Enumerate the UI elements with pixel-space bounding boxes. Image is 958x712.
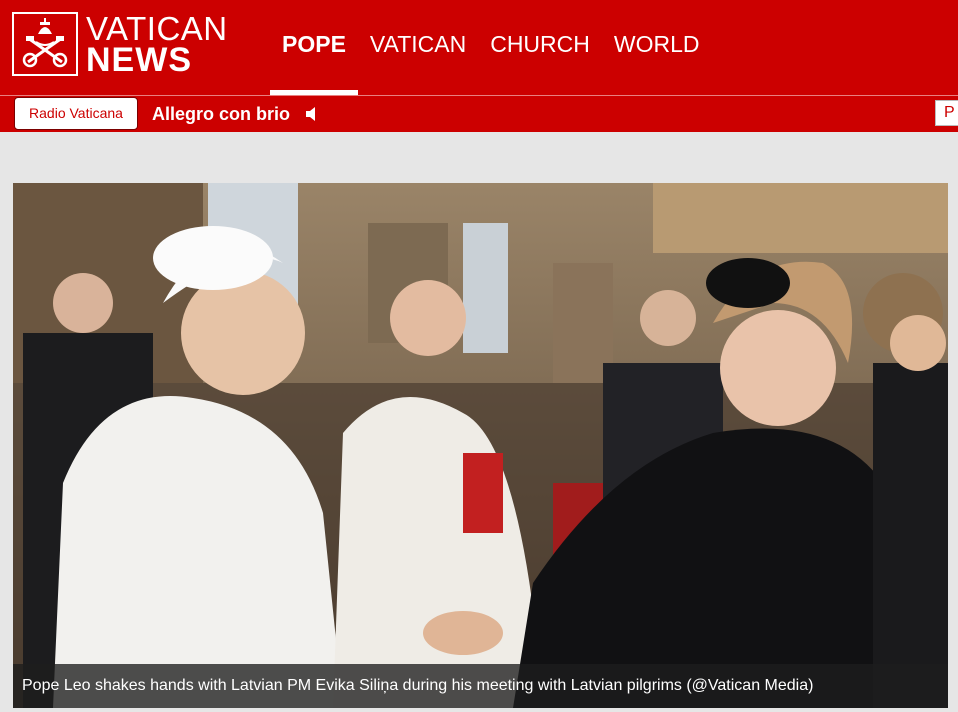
nav-item-world[interactable]: WORLD — [602, 0, 712, 95]
now-playing-title: Allegro con brio — [152, 104, 291, 124]
site-header: VATICAN NEWS POPE VATICAN CHURCH WORLD — [0, 0, 958, 95]
nav-item-pope[interactable]: POPE — [270, 0, 358, 95]
radio-vaticana-button[interactable]: Radio Vaticana — [14, 97, 138, 130]
main-nav: POPE VATICAN CHURCH WORLD — [270, 0, 712, 95]
news-photo[interactable]: Pope Leo shakes hands with Latvian PM Ev… — [13, 183, 948, 708]
vatican-news-logo[interactable]: VATICAN NEWS — [12, 10, 234, 78]
logo-line-2: NEWS — [86, 40, 192, 79]
logo-wordmark: VATICAN NEWS — [86, 12, 228, 77]
radio-secondary-button[interactable]: P — [935, 100, 958, 126]
nav-item-vatican[interactable]: VATICAN — [358, 0, 478, 95]
speaker-icon[interactable] — [303, 105, 321, 123]
papal-keys-icon — [12, 12, 78, 76]
photo-illustration — [13, 183, 948, 708]
photo-caption: Pope Leo shakes hands with Latvian PM Ev… — [13, 664, 948, 708]
nav-item-church[interactable]: CHURCH — [478, 0, 602, 95]
logo-line-1: VATICAN — [86, 9, 228, 47]
radio-bar: Radio Vaticana Allegro con brio P — [0, 96, 958, 132]
